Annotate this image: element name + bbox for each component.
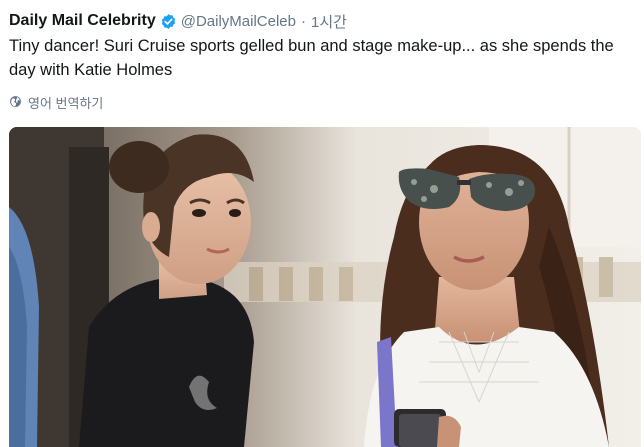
display-name[interactable]: Daily Mail Celebrity bbox=[9, 12, 156, 30]
tweet-header: Daily Mail Celebrity @DailyMailCeleb · 1… bbox=[9, 10, 347, 32]
globe-icon bbox=[9, 95, 28, 111]
translate-tweet-link[interactable]: 영어 번역하기 bbox=[9, 93, 103, 112]
tweet-text: Tiny dancer! Suri Cruise sports gelled b… bbox=[9, 37, 614, 79]
tweet-photo[interactable] bbox=[9, 127, 641, 447]
tweet-timestamp[interactable]: 1시간 bbox=[311, 11, 347, 32]
translate-label: 영어 번역하기 bbox=[28, 96, 104, 111]
user-handle[interactable]: @DailyMailCeleb bbox=[181, 13, 296, 30]
header-separator: · bbox=[300, 12, 306, 30]
verified-badge-icon bbox=[160, 13, 177, 30]
